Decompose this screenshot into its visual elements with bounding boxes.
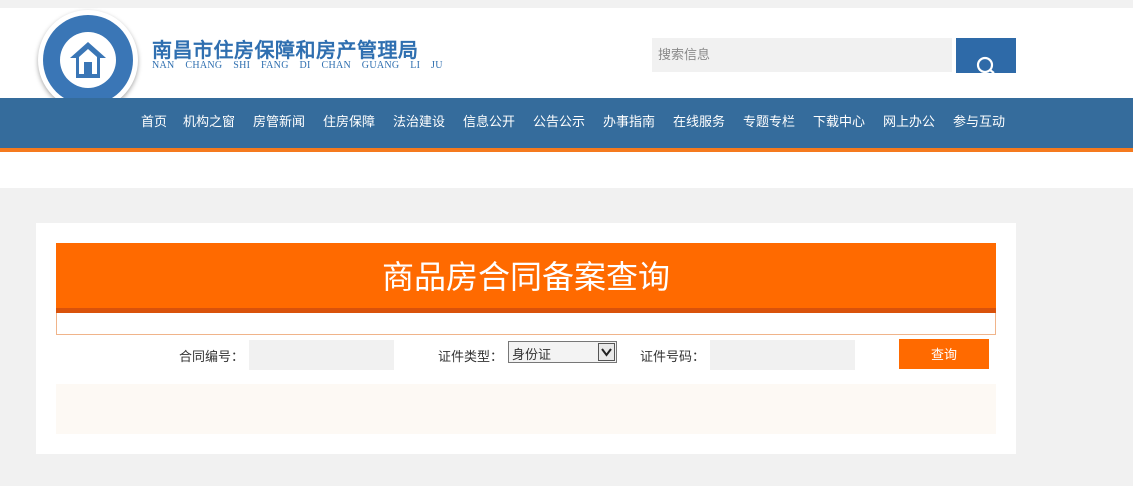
query-button[interactable]: 查询 xyxy=(899,339,989,369)
cert-number-input[interactable] xyxy=(710,340,855,370)
nav-item-rule-of-law[interactable]: 法治建设 xyxy=(393,98,445,148)
nav-item-interaction[interactable]: 参与互动 xyxy=(953,98,1005,148)
nav-item-special-topics[interactable]: 专题专栏 xyxy=(743,98,795,148)
house-logo-icon xyxy=(70,42,106,78)
site-pinyin: NAN CHANG SHI FANG DI CHAN GUANG LI JU xyxy=(152,60,443,71)
sub-header-bar xyxy=(0,152,1133,188)
nav-item-home[interactable]: 首页 xyxy=(141,98,167,148)
query-title: 商品房合同备案查询 xyxy=(56,243,996,308)
search-input[interactable] xyxy=(652,38,952,72)
contract-number-label: 合同编号： xyxy=(179,350,245,365)
nav-item-online-service[interactable]: 在线服务 xyxy=(673,98,725,148)
search-button[interactable] xyxy=(956,38,1016,74)
nav-item-housing-security[interactable]: 住房保障 xyxy=(323,98,375,148)
nav-item-news[interactable]: 房管新闻 xyxy=(253,98,305,148)
title-sub-box xyxy=(56,313,996,335)
cert-type-label: 证件类型： xyxy=(438,350,504,365)
top-strip xyxy=(0,0,1133,8)
result-area xyxy=(56,384,996,434)
search-icon xyxy=(976,56,995,74)
nav-item-downloads[interactable]: 下载中心 xyxy=(813,98,865,148)
cert-type-select[interactable]: 身份证 xyxy=(508,341,617,363)
site-title: 南昌市住房保障和房产管理局 xyxy=(152,38,419,62)
contract-number-input[interactable] xyxy=(249,340,394,370)
cert-number-label: 证件号码： xyxy=(640,350,706,365)
nav-item-guide[interactable]: 办事指南 xyxy=(603,98,655,148)
chevron-down-icon xyxy=(598,343,615,361)
cert-type-selected-value: 身份证 xyxy=(512,348,552,363)
nav-item-announcements[interactable]: 公告公示 xyxy=(533,98,585,148)
nav-item-info-disclosure[interactable]: 信息公开 xyxy=(463,98,515,148)
nav-item-institutions[interactable]: 机构之窗 xyxy=(183,98,235,148)
nav-item-online-office[interactable]: 网上办公 xyxy=(883,98,935,148)
